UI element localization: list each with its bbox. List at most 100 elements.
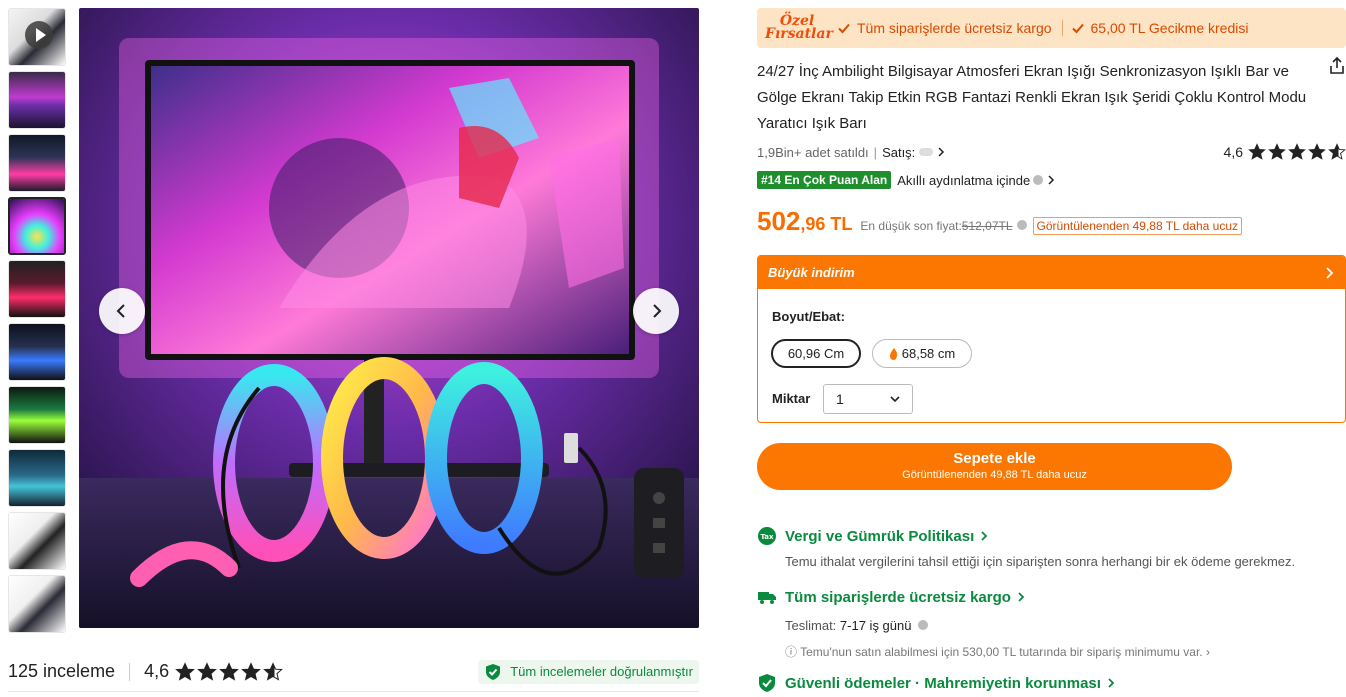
promo-chip-label: Tüm siparişlerde ücretsiz kargo xyxy=(857,20,1052,36)
info-icon[interactable] xyxy=(918,620,929,630)
promo-chip-label: 65,00 TL Gecikme kredisi xyxy=(1090,20,1249,36)
sold-count: 1,9Bin+ adet satıldı xyxy=(757,144,869,160)
seller-logo[interactable] xyxy=(919,148,934,156)
previous-image-button[interactable] xyxy=(99,288,145,334)
big-discount-box: Büyük indirim Boyut/Ebat: 60,96 Cm 68,58… xyxy=(757,255,1346,423)
thumbnail-image[interactable] xyxy=(8,134,66,192)
tax-icon: Tax xyxy=(758,527,776,545)
rank-category: Akıllı aydınlatma içinde xyxy=(897,172,1031,188)
chevron-right-icon xyxy=(1108,678,1115,688)
review-count[interactable]: 125 inceleme xyxy=(8,661,115,682)
chevron-right-icon xyxy=(1326,266,1334,279)
ranking-row[interactable]: #14 En Çok Puan Alan Akıllı aydınlatma i… xyxy=(757,171,1056,189)
free-shipping-link[interactable]: Tüm siparişlerde ücretsiz kargo xyxy=(757,587,1026,607)
chevron-down-icon xyxy=(890,396,900,403)
lowest-price-label: En düşük son fiyat: xyxy=(860,219,962,233)
shield-check-icon xyxy=(759,674,775,692)
info-icon: ⓘ xyxy=(785,645,801,659)
main-product-image xyxy=(79,8,699,628)
chevron-right-icon xyxy=(1048,175,1055,185)
star-icon xyxy=(219,661,239,681)
secure-payment-link[interactable]: Güvenli ödemeler · Mahremiyetin korunmas… xyxy=(757,673,1116,693)
verified-label: Tüm incelemeler doğrulanmıştır xyxy=(510,664,693,679)
chevron-right-icon xyxy=(938,147,945,157)
minimum-order-note[interactable]: ⓘ Temu'nun satın alabilmesi için 530,00 … xyxy=(785,643,1210,660)
add-to-cart-button[interactable]: Sepete ekle Görüntülenenden 49,88 TL dah… xyxy=(757,443,1232,490)
divider: | xyxy=(873,144,878,160)
star-icon xyxy=(1328,143,1346,160)
chevron-right-icon xyxy=(1018,592,1025,602)
promo-chip-free-shipping: Tüm siparişlerde ücretsiz kargo xyxy=(837,20,1052,36)
thumbnail-image[interactable] xyxy=(8,71,66,129)
tax-icon-label: Tax xyxy=(760,533,774,541)
size-option-selected[interactable]: 60,96 Cm xyxy=(771,339,861,368)
special-offers-banner[interactable]: Özel Fırsatlar Tüm siparişlerde ücretsiz… xyxy=(757,8,1346,48)
product-title: 24/27 İnç Ambilight Bilgisayar Atmosferi… xyxy=(757,63,1307,132)
star-icon xyxy=(1248,143,1266,160)
thumbnail-image[interactable] xyxy=(8,386,66,444)
product-illustration xyxy=(79,8,699,628)
review-summary-bar: 125 inceleme 4,6 Tüm incelemeler doğrula… xyxy=(8,652,699,692)
star-icon xyxy=(1288,143,1306,160)
star-icon xyxy=(1268,143,1286,160)
size-option[interactable]: 68,58 cm xyxy=(872,339,972,368)
price-integer: 502 xyxy=(757,206,801,236)
size-label: Boyut/Ebat: xyxy=(772,309,845,324)
star-rating xyxy=(1248,143,1346,161)
thumbnail-image[interactable] xyxy=(8,449,66,507)
delivery-label: Teslimat: xyxy=(785,618,837,633)
seller-label[interactable]: Satış: xyxy=(882,145,915,160)
rank-badge: #14 En Çok Puan Alan xyxy=(757,171,892,189)
next-image-button[interactable] xyxy=(633,288,679,334)
thumbnail-image-selected[interactable] xyxy=(8,197,66,255)
chevron-left-icon xyxy=(116,304,125,318)
sales-seller-row: 1,9Bin+ adet satıldı | Satış: 4,6 xyxy=(757,143,1346,161)
info-icon[interactable] xyxy=(1016,220,1027,230)
star-icon xyxy=(241,661,261,681)
star-icon xyxy=(175,661,195,681)
deal-title: Büyük indirim xyxy=(768,265,855,280)
big-discount-header[interactable]: Büyük indirim xyxy=(758,256,1345,289)
thumbnail-image[interactable] xyxy=(8,512,66,570)
chevron-right-icon xyxy=(653,304,662,318)
price-decimal: ,96 TL xyxy=(800,214,853,234)
minimum-order-text: Temu'nun satın alabilmesi için 530,00 TL… xyxy=(800,645,1203,659)
verified-reviews-badge[interactable]: Tüm incelemeler doğrulanmıştır xyxy=(478,659,699,684)
thumbnail-image[interactable] xyxy=(8,323,66,381)
tax-policy-desc: Temu ithalat vergilerini tahsil ettiği i… xyxy=(785,554,1296,569)
quantity-value: 1 xyxy=(836,391,844,407)
play-icon xyxy=(25,21,53,49)
add-to-cart-sublabel: Görüntülenenden 49,88 TL daha ucuz xyxy=(902,469,1087,481)
product-info-panel: Özel Fırsatlar Tüm siparişlerde ücretsiz… xyxy=(757,8,1346,692)
divider xyxy=(129,662,131,681)
share-icon[interactable] xyxy=(1327,56,1346,76)
thumbnail-image[interactable] xyxy=(8,260,66,318)
free-shipping-title: Tüm siparişlerde ücretsiz kargo xyxy=(785,588,1011,606)
logo-line-2: Fırsatlar xyxy=(765,26,833,42)
truck-icon xyxy=(758,592,776,604)
chevron-right-icon xyxy=(981,531,988,541)
star-icon xyxy=(1308,143,1326,160)
delivery-row: Teslimat: 7-17 iş günü xyxy=(785,618,929,633)
thumbnail-image[interactable] xyxy=(8,575,66,633)
check-icon xyxy=(838,23,850,34)
secure-payment-title: Güvenli ödemeler · Mahremiyetin korunmas… xyxy=(785,674,1101,692)
special-offers-logo: Özel Fırsatlar xyxy=(765,14,833,42)
size-option-label: 68,58 cm xyxy=(901,346,956,361)
product-rating[interactable]: 4,6 xyxy=(1224,143,1346,161)
check-icon xyxy=(1071,23,1084,34)
tax-policy-title: Vergi ve Gümrük Politikası xyxy=(785,527,975,545)
review-rating-value: 4,6 xyxy=(144,661,170,681)
thumbnail-video[interactable] xyxy=(8,8,66,66)
thumbnail-list xyxy=(8,8,68,638)
lowest-price-value: 512,07TL xyxy=(961,219,1013,233)
tax-policy-link[interactable]: Tax Vergi ve Gümrük Politikası xyxy=(757,526,989,546)
rating-value: 4,6 xyxy=(1223,144,1243,160)
quantity-select[interactable]: 1 xyxy=(823,384,913,414)
promo-chip-credit: 65,00 TL Gecikme kredisi xyxy=(1071,20,1249,36)
add-to-cart-label: Sepete ekle xyxy=(953,450,1036,467)
shield-check-icon xyxy=(486,663,501,680)
star-icon xyxy=(197,661,217,681)
divider xyxy=(1061,20,1063,36)
flame-icon xyxy=(889,347,897,360)
